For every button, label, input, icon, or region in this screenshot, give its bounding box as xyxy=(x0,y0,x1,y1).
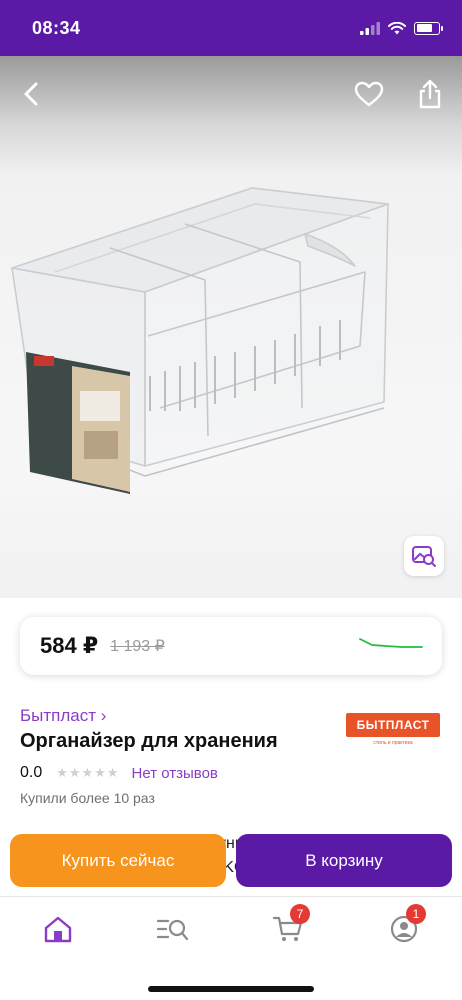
brand-logo-text: БЫТПЛАСТ xyxy=(356,718,430,732)
product-screen: 08:34 584 ₽ 1 193 ₽ Бытпласт › БЫТПЛАСТ … xyxy=(0,0,462,1000)
reviews-link[interactable]: Нет отзывов xyxy=(132,765,218,782)
product-label xyxy=(26,352,130,494)
back-icon xyxy=(24,82,38,106)
battery-level xyxy=(416,24,432,32)
share-icon xyxy=(419,79,441,109)
rating-row: 0.0 ★★★★★ Нет отзывов xyxy=(20,764,218,782)
profile-badge: 1 xyxy=(406,904,426,924)
image-search-button[interactable] xyxy=(404,536,444,576)
rating-value: 0.0 xyxy=(20,764,43,781)
bottom-tab-bar: 7 1 xyxy=(0,896,462,1000)
add-to-cart-button[interactable]: В корзину xyxy=(236,834,452,887)
favorite-button[interactable] xyxy=(347,72,391,116)
share-button[interactable] xyxy=(408,72,452,116)
product-title: Органайзер для хранения xyxy=(20,730,278,752)
status-icons xyxy=(360,21,443,35)
status-bar: 08:34 xyxy=(0,0,462,56)
price-trend-chart xyxy=(359,638,423,648)
price-card[interactable]: 584 ₽ 1 193 ₽ xyxy=(20,617,442,675)
battery-icon xyxy=(414,21,443,35)
old-price: 1 193 ₽ xyxy=(110,638,165,655)
home-indicator xyxy=(148,986,314,992)
home-icon xyxy=(44,916,72,943)
tab-home[interactable] xyxy=(38,913,78,945)
heart-icon xyxy=(354,81,384,107)
purchase-count: Купили более 10 раз xyxy=(20,790,155,806)
product-image xyxy=(11,187,389,494)
cart-badge: 7 xyxy=(290,904,310,924)
current-price: 584 ₽ xyxy=(40,633,99,658)
brand-logo-tagline: стиль и практика xyxy=(373,740,413,746)
tab-cart[interactable]: 7 xyxy=(268,904,310,945)
catalog-search-icon xyxy=(156,919,189,941)
wifi-icon xyxy=(388,21,406,34)
image-search-icon xyxy=(412,546,436,567)
signal-icon xyxy=(360,21,380,35)
tab-profile[interactable]: 1 xyxy=(384,904,426,945)
brand-logo[interactable]: БЫТПЛАСТ стиль и практика xyxy=(346,713,440,746)
brand-link[interactable]: Бытпласт › xyxy=(20,706,106,726)
buy-now-button[interactable]: Купить сейчас xyxy=(10,834,226,887)
rating-stars: ★★★★★ xyxy=(56,765,120,780)
tab-catalog[interactable] xyxy=(153,913,193,945)
back-button[interactable] xyxy=(10,72,54,116)
product-gallery[interactable] xyxy=(0,56,462,598)
status-time: 08:34 xyxy=(32,17,81,38)
